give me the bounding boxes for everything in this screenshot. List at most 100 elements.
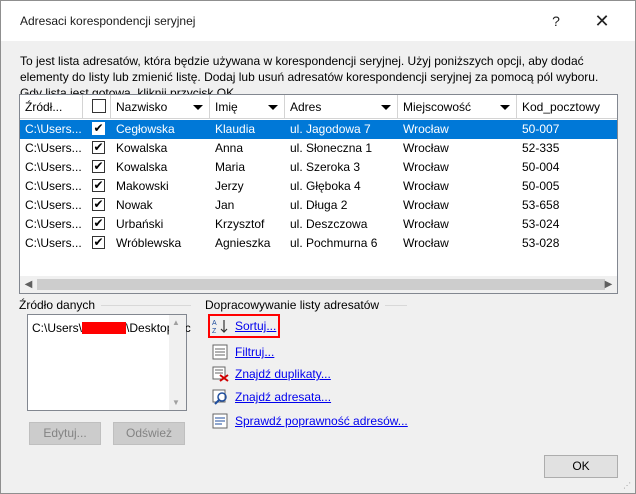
cell-miejscowosc: Wrocław bbox=[403, 198, 449, 212]
validate-addresses-link[interactable]: Sprawdź poprawność adresów... bbox=[212, 412, 412, 432]
find-recipient-link[interactable]: Znajdź adresata... bbox=[212, 388, 342, 408]
cell-adres: ul. Jagodowa 7 bbox=[290, 122, 371, 136]
column-header-adres[interactable]: Adres bbox=[285, 95, 398, 119]
include-checkbox[interactable]: ✔ bbox=[92, 122, 105, 135]
column-header-miejscowosc[interactable]: Miejscowość bbox=[398, 95, 517, 119]
table-row[interactable]: C:\Users... ✔ Nowak Jan ul. Długa 2 Wrocław 53… bbox=[20, 196, 617, 215]
cell-nazwisko: Urbański bbox=[116, 217, 164, 231]
edit-button[interactable]: Edytuj... bbox=[29, 422, 101, 445]
path-prefix: C:\Users\ bbox=[32, 321, 83, 335]
ok-button[interactable]: OK bbox=[544, 455, 618, 478]
cell-adres: ul. Deszczowa bbox=[290, 217, 368, 231]
horizontal-scrollbar[interactable]: ◀ ▶ bbox=[20, 276, 617, 293]
scroll-right-icon[interactable]: ▶ bbox=[603, 279, 614, 290]
cell-imie: Maria bbox=[215, 160, 246, 174]
refine-list-label: Dopracowywanie listy adresatów bbox=[205, 298, 380, 312]
redaction-mark bbox=[82, 322, 127, 334]
find-duplicates-link[interactable]: Znajdź duplikaty... bbox=[212, 365, 342, 385]
cell-imie: Jan bbox=[215, 198, 235, 212]
close-button[interactable]: ✕ bbox=[585, 7, 619, 35]
mail-merge-recipients-dialog: Adresaci korespondencji seryjnej ? ✕ To … bbox=[0, 0, 636, 494]
table-row[interactable]: C:\Users... ✔ Kowalska Anna ul. Słoneczna 1 W… bbox=[20, 139, 617, 158]
cell-adres: ul. Głęboka 4 bbox=[290, 179, 361, 193]
cell-imie: Krzysztof bbox=[215, 217, 265, 231]
table-row[interactable]: C:\Users... ✔ Wróblewska Agnieszka ul. Pochm… bbox=[20, 234, 617, 253]
validate-address-icon bbox=[212, 413, 228, 429]
dropdown-arrow-icon[interactable] bbox=[500, 105, 510, 110]
cell-check: ✔ bbox=[83, 196, 111, 215]
resize-grip-icon[interactable]: ⋰ bbox=[623, 481, 633, 491]
column-header-label: Kod_pocztowy bbox=[522, 100, 601, 114]
dropdown-arrow-icon[interactable] bbox=[193, 105, 203, 110]
column-header-source[interactable]: Źródł... bbox=[20, 95, 83, 119]
column-header-kod[interactable]: Kod_pocztowy bbox=[517, 95, 617, 119]
table-row[interactable]: C:\Users... ✔ Urbański Krzysztof ul. Deszczo… bbox=[20, 215, 617, 234]
cell-adres: ul. Pochmurna 6 bbox=[290, 236, 378, 250]
cell-nazwisko: Nowak bbox=[116, 198, 153, 212]
include-checkbox[interactable]: ✔ bbox=[92, 141, 105, 154]
recipients-table: Źródł... Nazwisko Imię Adres Miejscowość bbox=[19, 94, 618, 294]
highlight-frame bbox=[208, 314, 280, 338]
cell-imie: Anna bbox=[215, 141, 244, 155]
find-duplicates-label[interactable]: Znajdź duplikaty... bbox=[235, 367, 331, 381]
dropdown-arrow-icon[interactable] bbox=[381, 105, 391, 110]
cell-check: ✔ bbox=[83, 120, 111, 139]
column-header-check[interactable] bbox=[83, 95, 111, 119]
table-row[interactable]: C:\Users... ✔ Cegłowska Klaudia ul. Jagodowa… bbox=[20, 120, 617, 139]
scroll-up-icon[interactable]: ▲ bbox=[172, 318, 180, 327]
cell-miejscowosc: Wrocław bbox=[403, 217, 449, 231]
cell-nazwisko: Kowalska bbox=[116, 160, 168, 174]
data-source-label: Źródło danych bbox=[19, 298, 96, 312]
cell-check: ✔ bbox=[83, 177, 111, 196]
filter-link-label[interactable]: Filtruj... bbox=[235, 345, 274, 359]
select-all-checkbox[interactable] bbox=[92, 99, 106, 113]
group-divider bbox=[385, 305, 407, 306]
cell-source: C:\Users... bbox=[25, 179, 82, 193]
cell-miejscowosc: Wrocław bbox=[403, 236, 449, 250]
find-recipient-label[interactable]: Znajdź adresata... bbox=[235, 390, 331, 404]
cell-kod: 52-335 bbox=[522, 141, 560, 155]
table-row[interactable]: C:\Users... ✔ Kowalska Maria ul. Szeroka 3 Wr… bbox=[20, 158, 617, 177]
duplicates-icon bbox=[212, 366, 229, 382]
cell-miejscowosc: Wrocław bbox=[403, 160, 449, 174]
column-header-label: Imię bbox=[215, 100, 238, 114]
include-checkbox[interactable]: ✔ bbox=[92, 198, 105, 211]
dropdown-arrow-icon[interactable] bbox=[268, 105, 278, 110]
vertical-scrollbar[interactable]: ▲ ▼ bbox=[169, 315, 186, 410]
cell-miejscowosc: Wrocław bbox=[403, 122, 449, 136]
cell-check: ✔ bbox=[83, 139, 111, 158]
include-checkbox[interactable]: ✔ bbox=[92, 160, 105, 173]
help-button[interactable]: ? bbox=[539, 7, 573, 35]
include-checkbox[interactable]: ✔ bbox=[92, 179, 105, 192]
table-row[interactable]: C:\Users... ✔ Makowski Jerzy ul. Głęboka 4 Wr… bbox=[20, 177, 617, 196]
cell-source: C:\Users... bbox=[25, 236, 82, 250]
cell-miejscowosc: Wrocław bbox=[403, 141, 449, 155]
cell-adres: ul. Długa 2 bbox=[290, 198, 348, 212]
scroll-thumb[interactable] bbox=[37, 279, 605, 290]
column-header-label: Miejscowość bbox=[403, 100, 472, 114]
cell-imie: Agnieszka bbox=[215, 236, 271, 250]
cell-nazwisko: Cegłowska bbox=[116, 122, 175, 136]
filter-link[interactable]: Filtruj... bbox=[212, 343, 292, 363]
data-source-list[interactable]: C:\Users\ \Desktop\Ac ▲ ▼ bbox=[27, 314, 191, 411]
include-checkbox[interactable]: ✔ bbox=[92, 217, 105, 230]
cell-nazwisko: Wróblewska bbox=[116, 236, 182, 250]
cell-source: C:\Users... bbox=[25, 198, 82, 212]
column-header-nazwisko[interactable]: Nazwisko bbox=[111, 95, 210, 119]
cell-nazwisko: Kowalska bbox=[116, 141, 168, 155]
data-source-item[interactable]: C:\Users\ \Desktop\Ac bbox=[32, 321, 191, 335]
find-magnifier-icon bbox=[212, 389, 227, 405]
dialog-title: Adresaci korespondencji seryjnej bbox=[20, 14, 196, 28]
scroll-left-icon[interactable]: ◀ bbox=[23, 279, 34, 290]
cell-source: C:\Users... bbox=[25, 122, 82, 136]
title-bar: Adresaci korespondencji seryjnej ? ✕ bbox=[1, 1, 635, 41]
validate-addresses-label[interactable]: Sprawdź poprawność adresów... bbox=[235, 414, 408, 428]
column-header-imie[interactable]: Imię bbox=[210, 95, 285, 119]
cell-kod: 53-024 bbox=[522, 217, 560, 231]
include-checkbox[interactable]: ✔ bbox=[92, 236, 105, 249]
scroll-down-icon[interactable]: ▼ bbox=[172, 398, 180, 407]
column-header-label: Adres bbox=[290, 100, 322, 114]
cell-kod: 50-007 bbox=[522, 122, 560, 136]
refresh-button[interactable]: Odśwież bbox=[113, 422, 185, 445]
group-divider bbox=[101, 305, 191, 306]
